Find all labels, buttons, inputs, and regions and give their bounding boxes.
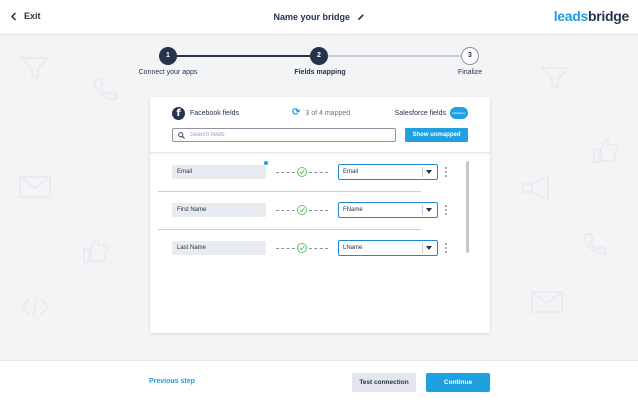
check-icon — [297, 243, 307, 253]
step-1-label: Connect your apps — [138, 69, 198, 76]
destination-app: Salesforce fields salesforce — [395, 107, 468, 119]
envelope-icon — [531, 291, 563, 313]
destination-field-select[interactable]: FName — [338, 202, 438, 218]
continue-button[interactable]: Continue — [426, 373, 490, 392]
leadsbridge-logo: leadsbridge — [553, 8, 630, 24]
mapped-status: ⟳ 3 of 4 mapped — [292, 108, 351, 118]
mapping-header: f Facebook fields ⟳ 3 of 4 mapped Salesf… — [150, 97, 490, 153]
mapped-connector — [276, 167, 328, 177]
salesforce-icon: salesforce — [450, 107, 468, 119]
show-unmapped-button[interactable]: Show unmapped — [405, 128, 468, 142]
destination-field-value: LName — [343, 245, 363, 251]
scrollbar[interactable] — [466, 161, 469, 253]
thumbs-up-icon — [83, 237, 108, 263]
check-icon — [297, 167, 307, 177]
row-divider — [158, 191, 421, 192]
top-bar: Exit Name your bridge leadsbridge — [0, 0, 638, 35]
destination-field-select[interactable]: LName — [338, 240, 438, 256]
caret-down-icon — [426, 246, 432, 250]
mapping-row: First Name FName — [150, 193, 490, 231]
fields-mapping-card: f Facebook fields ⟳ 3 of 4 mapped Salesf… — [150, 97, 490, 333]
logo-part-bridge: bridge — [588, 8, 629, 24]
source-app: f Facebook fields — [172, 107, 239, 120]
caret-down-icon — [426, 170, 432, 174]
step-3-circle[interactable]: 3 — [461, 47, 479, 65]
check-icon — [297, 205, 307, 215]
step-connector-done — [168, 55, 319, 57]
mapped-count: 3 of 4 mapped — [305, 109, 351, 117]
step-3-label: Finalize — [457, 69, 483, 76]
source-field: Email — [172, 165, 266, 179]
search-box[interactable] — [172, 128, 396, 142]
caret-down-icon — [426, 208, 432, 212]
bridge-title-text: Name your bridge — [273, 12, 350, 22]
previous-step-link[interactable]: Previous step — [149, 378, 195, 385]
mapped-connector — [276, 205, 328, 215]
mapped-connector — [276, 243, 328, 253]
source-label: Facebook fields — [190, 110, 240, 117]
facebook-icon: f — [172, 107, 185, 120]
more-options-icon[interactable] — [444, 205, 448, 217]
step-1-circle[interactable]: 1 — [159, 47, 177, 65]
phone-icon — [582, 233, 607, 256]
step-connector-todo — [319, 55, 470, 57]
thumbs-up-icon — [593, 137, 618, 163]
mapping-row: Email Email — [150, 155, 490, 193]
source-field: First Name — [172, 203, 266, 217]
step-2-label: Fields mapping — [294, 69, 346, 76]
more-options-icon[interactable] — [444, 167, 448, 179]
source-field: Last Name — [172, 241, 266, 255]
logo-part-leads: leads — [553, 8, 589, 24]
progress-stepper: 1 Connect your apps 2 Fields mapping 3 F… — [0, 45, 638, 80]
destination-field-value: FName — [343, 207, 363, 213]
megaphone-icon — [522, 175, 549, 201]
row-divider — [158, 229, 421, 230]
bridge-title: Name your bridge — [0, 12, 638, 22]
destination-field-value: Email — [343, 169, 359, 175]
code-icon — [20, 296, 50, 318]
refresh-icon[interactable]: ⟳ — [292, 108, 300, 118]
search-input[interactable] — [190, 132, 380, 138]
destination-field-select[interactable]: Email — [338, 164, 438, 180]
search-icon — [178, 131, 185, 139]
mapping-row: Last Name LName — [150, 231, 490, 269]
more-options-icon[interactable] — [444, 243, 448, 255]
test-connection-button[interactable]: Test connection — [352, 373, 416, 392]
footer-bar: Previous step Test connection Continue — [0, 360, 638, 419]
step-2-circle[interactable]: 2 — [310, 47, 328, 65]
pencil-icon[interactable] — [357, 13, 365, 21]
destination-label: Salesforce fields — [394, 109, 446, 117]
envelope-icon — [19, 176, 51, 198]
